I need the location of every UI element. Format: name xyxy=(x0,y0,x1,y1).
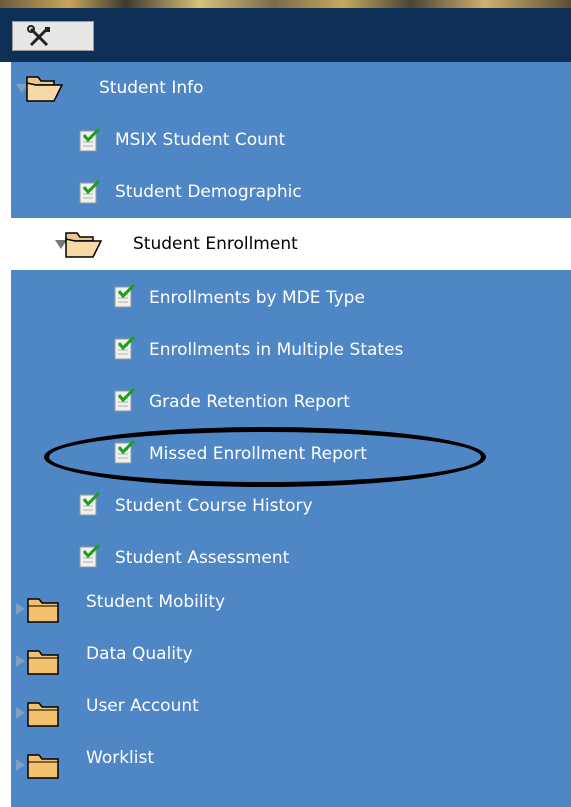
tree-node-label: Data Quality xyxy=(86,644,193,664)
report-icon xyxy=(114,336,136,360)
tree-node-label: User Account xyxy=(86,696,199,716)
toolbar xyxy=(0,8,571,62)
collapsed-arrow-icon xyxy=(16,655,25,667)
collapsed-arrow-icon xyxy=(16,707,25,719)
collapsed-arrow-icon xyxy=(16,759,25,771)
report-icon xyxy=(79,544,101,568)
report-icon xyxy=(79,180,101,204)
tree-node-grade-retention-report[interactable]: Grade Retention Report xyxy=(11,374,571,426)
report-icon xyxy=(79,492,101,516)
tree-node-label: Student Assessment xyxy=(115,548,290,568)
tree-node-student-course-history[interactable]: Student Course History xyxy=(11,478,571,530)
header-banner-image xyxy=(0,0,571,8)
tree-node-user-account[interactable]: User Account xyxy=(11,686,571,738)
open-folder-icon xyxy=(26,76,64,102)
tree-node-label: Student Mobility xyxy=(86,592,226,612)
tree-node-label: Student Info xyxy=(99,78,204,98)
tree-node-label: Enrollments in Multiple States xyxy=(149,340,404,360)
tree-node-student-assessment[interactable]: Student Assessment xyxy=(11,530,571,582)
report-icon xyxy=(79,128,101,152)
navigation-tree: Student Info MSIX Student Count Student … xyxy=(11,62,571,807)
closed-folder-icon xyxy=(27,598,59,623)
tree-node-missed-enrollment-report[interactable]: Missed Enrollment Report xyxy=(11,426,571,478)
tree-node-enrollments-by-mde-type[interactable]: Enrollments by MDE Type xyxy=(11,270,571,322)
tree-node-student-info[interactable]: Student Info xyxy=(11,62,571,114)
report-icon xyxy=(114,440,136,464)
tree-node-label: Worklist xyxy=(86,748,155,768)
tools-icon xyxy=(27,25,50,47)
open-folder-icon xyxy=(65,232,103,258)
tree-node-label: Student Enrollment xyxy=(133,234,298,254)
tree-node-label: Grade Retention Report xyxy=(149,392,350,412)
closed-folder-icon xyxy=(27,754,59,779)
tree-node-msix-student-count[interactable]: MSIX Student Count xyxy=(11,114,571,166)
tree-node-student-demographic[interactable]: Student Demographic xyxy=(11,166,571,218)
tree-node-label: Enrollments by MDE Type xyxy=(149,288,365,308)
tree-node-student-mobility[interactable]: Student Mobility xyxy=(11,582,571,634)
tree-node-label: Student Demographic xyxy=(115,182,302,202)
closed-folder-icon xyxy=(27,702,59,727)
report-icon xyxy=(114,388,136,412)
tools-button[interactable] xyxy=(12,21,94,51)
tree-node-label: MSIX Student Count xyxy=(115,130,286,150)
tree-node-worklist[interactable]: Worklist xyxy=(11,738,571,790)
report-icon xyxy=(114,284,136,308)
tree-node-enrollments-multiple-states[interactable]: Enrollments in Multiple States xyxy=(11,322,571,374)
tree-node-label: Missed Enrollment Report xyxy=(149,444,367,464)
tree-node-data-quality[interactable]: Data Quality xyxy=(11,634,571,686)
tree-node-student-enrollment[interactable]: Student Enrollment xyxy=(11,218,571,270)
tree-node-label: Student Course History xyxy=(115,496,313,516)
collapsed-arrow-icon xyxy=(16,603,25,615)
closed-folder-icon xyxy=(27,650,59,675)
